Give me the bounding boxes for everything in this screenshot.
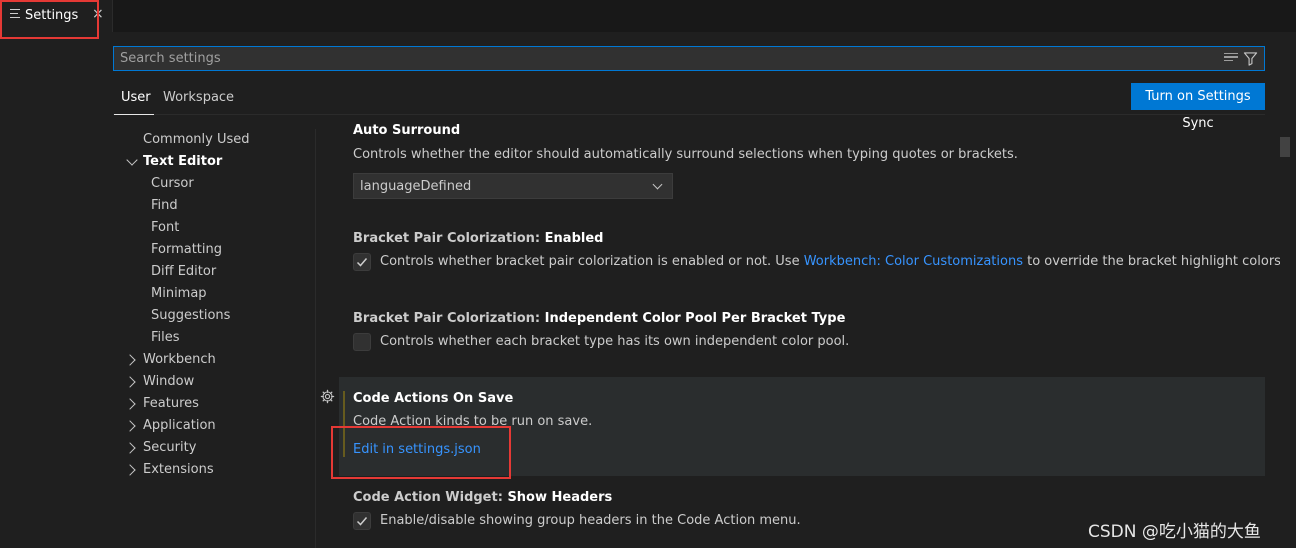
setting-title-auto-surround: Auto Surround (353, 123, 461, 138)
filter-icon[interactable] (1243, 51, 1258, 66)
chevron-right-icon[interactable] (124, 376, 136, 388)
show-headers-checkbox[interactable] (353, 512, 371, 530)
gear-icon[interactable] (320, 389, 335, 404)
highlight-box-tab (0, 0, 99, 39)
toc-item-commonly-used[interactable]: Commonly Used (143, 129, 250, 151)
setting-title-bracket-enabled: Bracket Pair Colorization: Enabled (353, 231, 604, 246)
chevron-right-icon[interactable] (124, 464, 136, 476)
watermark: CSDN @吃小猫的大鱼 (1088, 522, 1261, 542)
toc-item-text-editor[interactable]: Text Editor (143, 151, 222, 173)
editor-tab-bar: Settings × (0, 0, 1296, 32)
toc-item-diff-editor[interactable]: Diff Editor (151, 261, 216, 283)
settings-list: Auto Surround Controls whether the edito… (316, 115, 1280, 548)
chevron-down-icon[interactable] (126, 154, 138, 166)
toc-item-workbench[interactable]: Workbench (143, 349, 216, 371)
turn-on-settings-sync-button[interactable]: Turn on Settings Sync (1131, 83, 1265, 131)
dropdown-value: languageDefined (360, 179, 472, 194)
tab-workspace[interactable]: Workspace (163, 90, 234, 105)
chevron-right-icon[interactable] (124, 442, 136, 454)
toc-item-cursor[interactable]: Cursor (151, 173, 194, 195)
vertical-scrollbar[interactable] (1280, 129, 1292, 548)
bracket-pool-checkbox[interactable] (353, 333, 371, 351)
toc-item-features[interactable]: Features (143, 393, 199, 415)
toc-item-find[interactable]: Find (151, 195, 178, 217)
color-customizations-link[interactable]: Workbench: Color Customizations (804, 254, 1023, 269)
toc-item-extensions[interactable]: Extensions (143, 459, 214, 481)
active-tab-indicator (114, 114, 154, 115)
setting-title-code-actions-on-save: Code Actions On Save (353, 391, 514, 406)
auto-surround-dropdown[interactable]: languageDefined (353, 173, 673, 199)
toc-item-files[interactable]: Files (151, 327, 180, 349)
search-box (113, 46, 1265, 71)
chevron-right-icon[interactable] (124, 420, 136, 432)
checkbox-description: Controls whether each bracket type has i… (380, 334, 850, 349)
bracket-enabled-checkbox[interactable] (353, 253, 371, 271)
toc-item-font[interactable]: Font (151, 217, 179, 239)
setting-title-code-action-widget: Code Action Widget: Show Headers (353, 490, 613, 505)
highlight-box-link (331, 426, 511, 479)
checkmark-icon (356, 258, 368, 267)
tab-user[interactable]: User (121, 90, 151, 105)
toc-item-security[interactable]: Security (143, 437, 196, 459)
toc-item-suggestions[interactable]: Suggestions (151, 305, 230, 327)
setting-title-bracket-pool: Bracket Pair Colorization: Independent C… (353, 311, 846, 326)
chevron-down-icon (652, 179, 663, 190)
search-input[interactable] (120, 47, 1210, 70)
scrollbar-thumb[interactable] (1280, 137, 1290, 157)
toc-item-minimap[interactable]: Minimap (151, 283, 207, 305)
chevron-right-icon[interactable] (124, 398, 136, 410)
checkbox-description: Controls whether bracket pair colorizati… (380, 254, 1280, 269)
checkbox-description: Enable/disable showing group headers in … (380, 513, 801, 528)
toc-item-formatting[interactable]: Formatting (151, 239, 222, 261)
toc-item-window[interactable]: Window (143, 371, 194, 393)
checkmark-icon (356, 517, 368, 526)
chevron-right-icon[interactable] (124, 354, 136, 366)
clear-filter-icon[interactable] (1224, 53, 1238, 64)
setting-description: Controls whether the editor should autom… (353, 147, 1018, 162)
toc-item-application[interactable]: Application (143, 415, 216, 437)
